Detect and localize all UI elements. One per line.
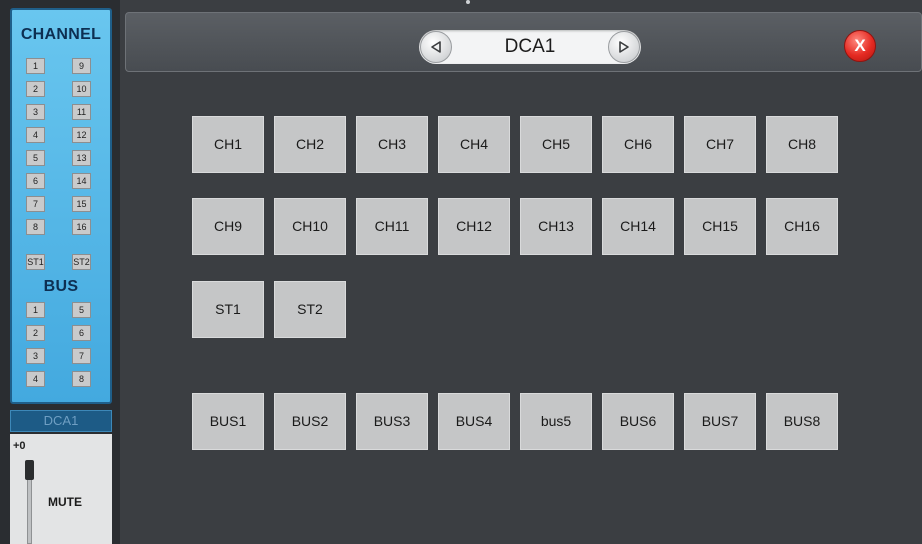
assign-bus7[interactable]: BUS7 bbox=[684, 393, 756, 450]
sidebar-channel-9[interactable]: 9 bbox=[72, 58, 91, 74]
assign-ch8[interactable]: CH8 bbox=[766, 116, 838, 173]
assign-ch5[interactable]: CH5 bbox=[520, 116, 592, 173]
assign-ch13[interactable]: CH13 bbox=[520, 198, 592, 255]
assign-ch12[interactable]: CH12 bbox=[438, 198, 510, 255]
sidebar-channel-3[interactable]: 3 bbox=[26, 104, 45, 120]
sidebar-channel-1[interactable]: 1 bbox=[26, 58, 45, 74]
bus-title: BUS bbox=[43, 278, 79, 295]
assign-bus4[interactable]: BUS4 bbox=[438, 393, 510, 450]
sidebar-channel-6[interactable]: 6 bbox=[26, 173, 45, 189]
prev-dca-button[interactable] bbox=[420, 31, 452, 63]
assign-ch14[interactable]: CH14 bbox=[602, 198, 674, 255]
sidebar-channel-15[interactable]: 15 bbox=[72, 196, 91, 212]
assign-bus8[interactable]: BUS8 bbox=[766, 393, 838, 450]
assign-ch2[interactable]: CH2 bbox=[274, 116, 346, 173]
sidebar-channel-4[interactable]: 4 bbox=[26, 127, 45, 143]
dca-title: DCA1 bbox=[504, 36, 556, 57]
header-bar: DCA1 X bbox=[125, 12, 922, 72]
assign-bus3[interactable]: BUS3 bbox=[356, 393, 428, 450]
dca-tab[interactable]: DCA1 bbox=[10, 410, 112, 432]
assign-bus1[interactable]: BUS1 bbox=[192, 393, 264, 450]
next-dca-button[interactable] bbox=[608, 31, 640, 63]
mute-button[interactable]: MUTE bbox=[48, 495, 82, 509]
sidebar-channel-7[interactable]: 7 bbox=[26, 196, 45, 212]
dca-assign-window: CHANNEL 1 2 3 4 5 6 7 8 9 10 11 12 13 14… bbox=[0, 0, 922, 544]
sidebar-bus-3[interactable]: 3 bbox=[26, 348, 45, 364]
channel-title: CHANNEL bbox=[20, 26, 102, 43]
sidebar-bus-1[interactable]: 1 bbox=[26, 302, 45, 318]
dca-selector: DCA1 bbox=[419, 30, 641, 64]
assign-bus2[interactable]: BUS2 bbox=[274, 393, 346, 450]
sidebar-bus-4[interactable]: 4 bbox=[26, 371, 45, 387]
assign-bus6[interactable]: BUS6 bbox=[602, 393, 674, 450]
assign-ch4[interactable]: CH4 bbox=[438, 116, 510, 173]
sidebar-channel-16[interactable]: 16 bbox=[72, 219, 91, 235]
assign-ch16[interactable]: CH16 bbox=[766, 198, 838, 255]
sidebar-bus-5[interactable]: 5 bbox=[72, 302, 91, 318]
sidebar-bus-8[interactable]: 8 bbox=[72, 371, 91, 387]
sidebar-channel-5[interactable]: 5 bbox=[26, 150, 45, 166]
sidebar-stereo-1[interactable]: ST1 bbox=[26, 254, 45, 270]
sidebar-channel-10[interactable]: 10 bbox=[72, 81, 91, 97]
assign-bus5[interactable]: bus5 bbox=[520, 393, 592, 450]
assign-st1[interactable]: ST1 bbox=[192, 281, 264, 338]
assign-ch1[interactable]: CH1 bbox=[192, 116, 264, 173]
dca-fader-strip: +0 MUTE bbox=[10, 434, 112, 544]
sidebar-channel-11[interactable]: 11 bbox=[72, 104, 91, 120]
fader-handle[interactable] bbox=[25, 460, 34, 480]
channel-select-panel: CHANNEL 1 2 3 4 5 6 7 8 9 10 11 12 13 14… bbox=[10, 8, 112, 404]
sidebar-channel-2[interactable]: 2 bbox=[26, 81, 45, 97]
assign-ch9[interactable]: CH9 bbox=[192, 198, 264, 255]
sidebar-stereo-2[interactable]: ST2 bbox=[72, 254, 91, 270]
top-indicator bbox=[466, 0, 470, 4]
sidebar-bus-2[interactable]: 2 bbox=[26, 325, 45, 341]
triangle-right-icon bbox=[619, 41, 629, 53]
close-button[interactable]: X bbox=[844, 30, 876, 62]
fader-level-readout: +0 bbox=[13, 440, 26, 452]
assign-ch11[interactable]: CH11 bbox=[356, 198, 428, 255]
assign-ch10[interactable]: CH10 bbox=[274, 198, 346, 255]
assign-ch3[interactable]: CH3 bbox=[356, 116, 428, 173]
sidebar: CHANNEL 1 2 3 4 5 6 7 8 9 10 11 12 13 14… bbox=[0, 0, 120, 544]
assign-ch15[interactable]: CH15 bbox=[684, 198, 756, 255]
sidebar-channel-14[interactable]: 14 bbox=[72, 173, 91, 189]
assign-ch7[interactable]: CH7 bbox=[684, 116, 756, 173]
sidebar-channel-13[interactable]: 13 bbox=[72, 150, 91, 166]
assign-st2[interactable]: ST2 bbox=[274, 281, 346, 338]
sidebar-channel-12[interactable]: 12 bbox=[72, 127, 91, 143]
triangle-left-icon bbox=[431, 41, 441, 53]
sidebar-channel-8[interactable]: 8 bbox=[26, 219, 45, 235]
sidebar-bus-7[interactable]: 7 bbox=[72, 348, 91, 364]
sidebar-bus-6[interactable]: 6 bbox=[72, 325, 91, 341]
assign-ch6[interactable]: CH6 bbox=[602, 116, 674, 173]
